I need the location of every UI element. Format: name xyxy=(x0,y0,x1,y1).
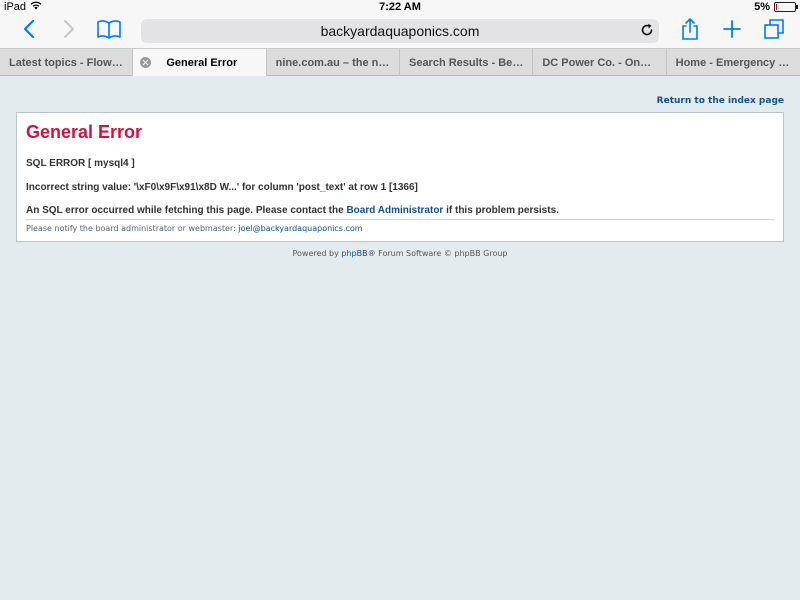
reload-icon xyxy=(639,23,655,42)
tab-label: Search Results - Bees... xyxy=(408,57,534,69)
tab-bar: Latest topics - Flow F... General Error … xyxy=(0,48,800,76)
plus-icon xyxy=(722,19,742,44)
web-page: Return to the index page General Error S… xyxy=(0,77,800,600)
share-icon xyxy=(680,17,700,46)
status-right: 5% xyxy=(754,1,798,13)
chevron-right-icon xyxy=(63,19,75,44)
tab-label: nine.com.au – the ne... xyxy=(275,57,394,69)
tab-dc-power[interactable]: DC Power Co. - OnMa... xyxy=(533,49,667,76)
reload-button[interactable] xyxy=(639,22,655,43)
return-to-index-link[interactable]: Return to the index page xyxy=(657,96,784,106)
powered-text: Powered by xyxy=(292,249,342,258)
notify-text: Please notify the board administrator or… xyxy=(26,224,239,233)
webmaster-email-link[interactable]: joel@backyardaquaponics.com xyxy=(238,224,362,233)
address-bar[interactable]: backyardaquaponics.com xyxy=(141,19,659,43)
error-panel: General Error SQL ERROR [ mysql4 ] Incor… xyxy=(16,112,784,242)
divider xyxy=(25,219,775,220)
tab-general-error[interactable]: General Error xyxy=(133,49,267,76)
tab-label: General Error xyxy=(166,57,238,69)
tab-label: Latest topics - Flow F... xyxy=(9,57,130,69)
book-icon xyxy=(96,19,122,44)
back-button[interactable] xyxy=(18,18,40,44)
powered-text-end: ® Forum Software © phpBB Group xyxy=(367,249,508,258)
sql-error-line: SQL ERROR [ mysql4 ] xyxy=(26,158,135,169)
close-tab-icon[interactable] xyxy=(140,57,152,68)
status-time: 7:22 AM xyxy=(379,1,421,13)
battery-fill xyxy=(776,4,777,10)
chevron-left-icon xyxy=(23,19,35,44)
phpbb-link[interactable]: phpBB xyxy=(341,249,367,258)
status-bar: iPad 7:22 AM 5% xyxy=(0,0,800,15)
powered-by-footer: Powered by phpBB® Forum Software © phpBB… xyxy=(0,249,800,258)
tabs-overview-button[interactable] xyxy=(762,18,786,44)
browser-toolbar: backyardaquaponics.com xyxy=(0,15,800,48)
url-text: backyardaquaponics.com xyxy=(320,23,480,39)
message-text-end: if this problem persists. xyxy=(443,205,559,216)
board-administrator-link[interactable]: Board Administrator xyxy=(346,205,443,216)
tab-nine[interactable]: nine.com.au – the ne... xyxy=(267,49,400,76)
tab-label: Home - Emergency W... xyxy=(675,57,798,69)
new-tab-button[interactable] xyxy=(720,18,744,44)
forward-button[interactable] xyxy=(58,18,80,44)
tab-latest-topics[interactable]: Latest topics - Flow F... xyxy=(0,49,134,76)
tab-label: DC Power Co. - OnMa... xyxy=(542,57,665,69)
error-detail-line: Incorrect string value: '\xF0\x9F\x91\x8… xyxy=(26,182,418,193)
notify-line: Please notify the board administrator or… xyxy=(26,224,363,233)
tab-search-results[interactable]: Search Results - Bees... xyxy=(400,49,534,76)
battery-percent: 5% xyxy=(754,1,770,13)
error-title: General Error xyxy=(26,122,143,142)
battery-icon xyxy=(774,2,798,12)
share-button[interactable] xyxy=(678,17,702,46)
bookmarks-button[interactable] xyxy=(95,18,123,44)
tabs-icon xyxy=(763,18,785,45)
tab-home-emergency[interactable]: Home - Emergency W... xyxy=(667,49,800,76)
message-text: An SQL error occurred while fetching thi… xyxy=(26,205,347,216)
error-message-line: An SQL error occurred while fetching thi… xyxy=(26,205,559,216)
